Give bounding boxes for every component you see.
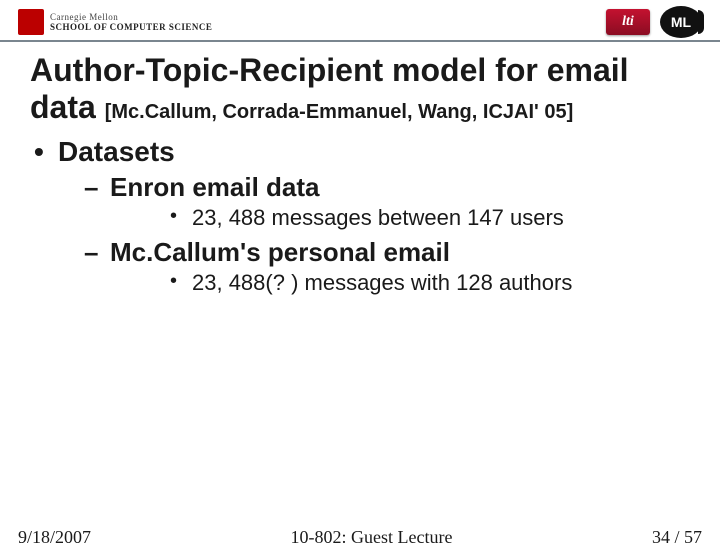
sub-enron-detail: 23, 488 messages between 147 users [110, 205, 690, 231]
dash-enron: Enron email data 23, 488 messages betwee… [58, 172, 690, 231]
title-line2-prefix: data [30, 89, 96, 125]
bullet-datasets-label: Datasets [58, 136, 175, 167]
slide-footer: 9/18/2007 10-802: Guest Lecture 34 / 57 [0, 527, 720, 548]
ml-logo-icon: ML [660, 6, 702, 38]
slide-title: Author-Topic-Recipient model for email d… [30, 52, 690, 126]
footer-center: 10-802: Guest Lecture [291, 527, 453, 548]
slide-content: Author-Topic-Recipient model for email d… [0, 42, 720, 296]
school-name: Carnegie Mellon SCHOOL OF COMPUTER SCIEN… [50, 12, 212, 32]
title-line1: Author-Topic-Recipient model for email [30, 52, 629, 88]
dash-list: Enron email data 23, 488 messages betwee… [58, 172, 690, 296]
footer-page: 34 / 57 [652, 527, 702, 548]
dash-enron-label: Enron email data [110, 172, 320, 202]
sub-list-enron: 23, 488 messages between 147 users [110, 205, 690, 231]
top-bullet-list: Datasets Enron email data 23, 488 messag… [30, 136, 690, 296]
header-left: Carnegie Mellon SCHOOL OF COMPUTER SCIEN… [18, 9, 212, 35]
cmu-logo-icon [18, 9, 44, 35]
sub-list-mccallum: 23, 488(? ) messages with 128 authors [110, 270, 690, 296]
footer-date: 9/18/2007 [18, 527, 91, 548]
lti-logo-icon: lti [606, 9, 650, 35]
dash-mccallum-label: Mc.Callum's personal email [110, 237, 450, 267]
slide-header: Carnegie Mellon SCHOOL OF COMPUTER SCIEN… [0, 0, 720, 40]
bullet-datasets: Datasets Enron email data 23, 488 messag… [30, 136, 690, 296]
title-citation: [Mc.Callum, Corrada-Emmanuel, Wang, ICJA… [105, 101, 574, 123]
sub-mccallum-detail: 23, 488(? ) messages with 128 authors [110, 270, 690, 296]
dash-mccallum: Mc.Callum's personal email 23, 488(? ) m… [58, 237, 690, 296]
org-line1: Carnegie Mellon [50, 12, 212, 22]
org-line2: SCHOOL OF COMPUTER SCIENCE [50, 22, 212, 32]
header-right: lti ML [606, 6, 702, 38]
